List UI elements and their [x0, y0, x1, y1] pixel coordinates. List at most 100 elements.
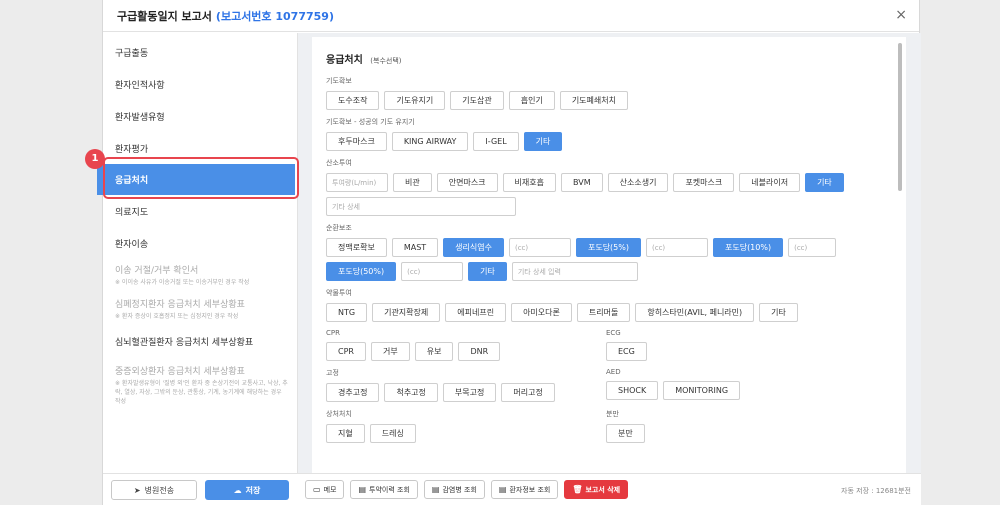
wound-delivery-row: 상처처치 지혈 드레싱 분만 분만 [326, 402, 892, 443]
adv-airway-options: 후두마스크 KING AIRWAY I-GEL 기타 [326, 132, 892, 151]
option-airway[interactable]: 기도폐쇄처치 [559, 91, 628, 110]
option-drug[interactable]: 에피네프린 [445, 303, 507, 322]
save-button[interactable]: ☁ 저장 [205, 480, 289, 500]
option-adv-airway[interactable]: I-GEL [473, 132, 519, 151]
option-oxygen[interactable]: 비재호흡 [502, 173, 556, 192]
option-airway[interactable]: 기도삽관 [450, 91, 504, 110]
sidebar-item-patient-info[interactable]: 환자인적사항 [103, 68, 297, 100]
sidebar-item-transport[interactable]: 환자이송 [103, 227, 297, 259]
cc-input[interactable]: (cc) [788, 238, 837, 257]
option-circulation-selected[interactable]: 포도당(10%) [712, 238, 784, 257]
cc-input[interactable]: (cc) [401, 262, 464, 281]
sidebar-block-title: 중증외상환자 응급처치 세부상황표 [115, 367, 245, 377]
memo-button[interactable]: ▭ 메모 [305, 480, 345, 499]
panel-title-text: 응급처치 [326, 55, 363, 66]
option-adv-airway[interactable]: 후두마스크 [326, 132, 387, 151]
sidebar-block-title: 심뇌혈관질환자 응급처치 세부상황표 [115, 338, 254, 348]
option-aed[interactable]: MONITORING [663, 381, 741, 400]
list-icon: ▤ [498, 485, 507, 494]
section-label-adv-airway: 기도확보 - 성공의 기도 유지기 [326, 118, 415, 126]
option-airway[interactable]: 기도유지기 [384, 91, 446, 110]
sidebar-item-medical-direction[interactable]: 의료지도 [103, 195, 297, 227]
option-oxygen[interactable]: 안면마스크 [436, 173, 498, 192]
option-wound[interactable]: 지혈 [326, 424, 365, 443]
action-bar: ▭ 메모 ▤ 투약이력 조회 ▤ 감염병 조회 ▤ 환자정보 조회 🗑 보고서 … [297, 473, 921, 505]
option-oxygen[interactable]: 포켓마스크 [673, 173, 735, 192]
option-drug[interactable]: 트리머돌 [576, 303, 631, 322]
option-drug[interactable]: NTG [326, 303, 368, 322]
airway-options: 도수조작 기도유지기 기도삽관 흡인기 기도폐쇄처치 [326, 91, 892, 110]
delete-report-button[interactable]: 🗑 보고서 삭제 [564, 480, 629, 499]
option-drug[interactable]: 기타 [759, 303, 798, 322]
option-fixation[interactable]: 경추고정 [326, 383, 380, 402]
option-fixation[interactable]: 부목고정 [442, 383, 497, 402]
option-circulation-selected[interactable]: 기타 [468, 262, 507, 281]
option-oxygen[interactable]: BVM [561, 173, 603, 192]
option-drug[interactable]: 기관지확장제 [372, 303, 441, 322]
option-drug[interactable]: 아미오다론 [511, 303, 572, 322]
sidebar-block-note: ※ 이이송 사유가 이송거절 또는 이송거부인 경우 작성 [115, 279, 250, 286]
option-oxygen-selected[interactable]: 기타 [805, 173, 844, 192]
option-circulation-selected[interactable]: 포도당(50%) [326, 262, 397, 281]
section-label-airway: 기도확보 [326, 77, 352, 85]
drug-options: NTG 기관지확장제 에피네프린 아미오다론 트리머돌 항히스타민(AVIL, … [326, 303, 892, 322]
option-ecg[interactable]: ECG [606, 342, 647, 361]
callout-number-badge: 1 [85, 149, 105, 169]
oxygen-detail-input[interactable]: 기타 상세 [326, 197, 516, 216]
option-circulation-selected[interactable]: 포도당(5%) [575, 238, 641, 257]
option-cpr[interactable]: DNR [458, 342, 501, 361]
section-label-ecg: ECG [606, 329, 621, 337]
close-icon[interactable]: × [895, 7, 907, 23]
cc-input[interactable]: (cc) [645, 238, 708, 257]
option-adv-airway-selected[interactable]: 기타 [523, 132, 563, 151]
sidebar-item-cardio-cerebro-form[interactable]: 심뇌혈관질환자 응급처치 세부상황표 [103, 327, 297, 360]
sidebar-item-refusal-form[interactable]: 이송 거절/거부 확인서 ※ 이이송 사유가 이송거절 또는 이송거부인 경우 … [103, 259, 297, 293]
drug-history-label: 투약이력 조회 [369, 485, 410, 494]
transfer-label: 병원전송 [144, 485, 175, 495]
panel-scrollbar[interactable] [898, 43, 902, 191]
option-wound[interactable]: 드레싱 [369, 424, 416, 443]
option-delivery[interactable]: 분만 [606, 424, 645, 443]
option-fixation[interactable]: 머리고정 [501, 383, 555, 402]
infection-button[interactable]: ▤ 감염병 조회 [423, 480, 485, 499]
transfer-button[interactable]: ➤ 병원전송 [111, 480, 197, 500]
oxygen-flow-input[interactable]: 투여량(L/min) [326, 173, 388, 192]
option-airway[interactable]: 흡인기 [508, 91, 555, 110]
sidebar-block-title: 심폐정지환자 응급처치 세부상황표 [115, 300, 245, 310]
section-label-drugs: 약물투여 [326, 289, 352, 297]
option-oxygen[interactable]: 네블라이저 [739, 173, 801, 192]
panel-title-note: (복수선택) [370, 57, 402, 65]
option-airway[interactable]: 도수조작 [326, 91, 380, 110]
section-label-oxygen: 산소투여 [326, 159, 352, 167]
section-label-delivery: 분만 [606, 410, 619, 418]
sidebar-item-assessment[interactable]: 환자평가 [103, 132, 297, 164]
option-fixation[interactable]: 척추고정 [384, 383, 438, 402]
option-cpr[interactable]: 유보 [414, 342, 454, 361]
circulation-options: 정맥로확보 MAST 생리식염수 (cc) 포도당(5%) (cc) 포도당(1… [326, 238, 892, 281]
option-adv-airway[interactable]: KING AIRWAY [391, 132, 469, 151]
option-cpr[interactable]: 거부 [370, 342, 410, 361]
main-area: 응급처치 (복수선택) 기도확보 도수조작 기도유지기 기도삽관 흡인기 기도폐… [297, 33, 921, 473]
infection-label: 감염병 조회 [442, 485, 477, 494]
sidebar-block-note: ※ 환자 증상이 호흡정지 또는 심정지인 경우 작성 [115, 313, 239, 320]
report-window: 구급활동일지 보고서 (보고서번호 1077759) × 구급출동 환자인적사항… [97, 0, 921, 505]
sidebar-item-incident-type[interactable]: 환자발생유형 [103, 100, 297, 132]
option-oxygen[interactable]: 비관 [393, 173, 432, 192]
sidebar-item-emergency-care[interactable]: 응급처치 [97, 164, 295, 195]
sidebar-item-dispatch[interactable]: 구급출동 [103, 36, 297, 68]
option-aed[interactable]: SHOCK [606, 381, 659, 400]
option-circulation[interactable]: 정맥로확보 [326, 238, 387, 257]
cpr-ecg-row: CPR CPR 거부 유보 DNR ECG ECG [326, 322, 892, 361]
list-icon: ▤ [358, 485, 367, 494]
option-circulation-selected[interactable]: 생리식염수 [443, 238, 504, 257]
patient-info-button[interactable]: ▤ 환자정보 조회 [490, 480, 559, 499]
option-drug[interactable]: 항히스타민(AVIL, 페니라민) [635, 303, 755, 322]
option-oxygen[interactable]: 산소소생기 [607, 173, 669, 192]
sidebar-item-cardiac-arrest-form[interactable]: 심폐정지환자 응급처치 세부상황표 ※ 환자 증상이 호흡정지 또는 심정지인 … [103, 293, 297, 327]
sidebar-item-trauma-form[interactable]: 중증외상환자 응급처치 세부상황표 ※ 환자발생유형이 '질병 외'인 환자 중… [103, 360, 297, 412]
drug-history-button[interactable]: ▤ 투약이력 조회 [350, 480, 418, 499]
cc-input[interactable]: (cc) [508, 238, 571, 257]
option-cpr[interactable]: CPR [326, 342, 366, 361]
circulation-detail-input[interactable]: 기타 상세 입력 [511, 262, 638, 281]
option-circulation[interactable]: MAST [391, 238, 439, 257]
